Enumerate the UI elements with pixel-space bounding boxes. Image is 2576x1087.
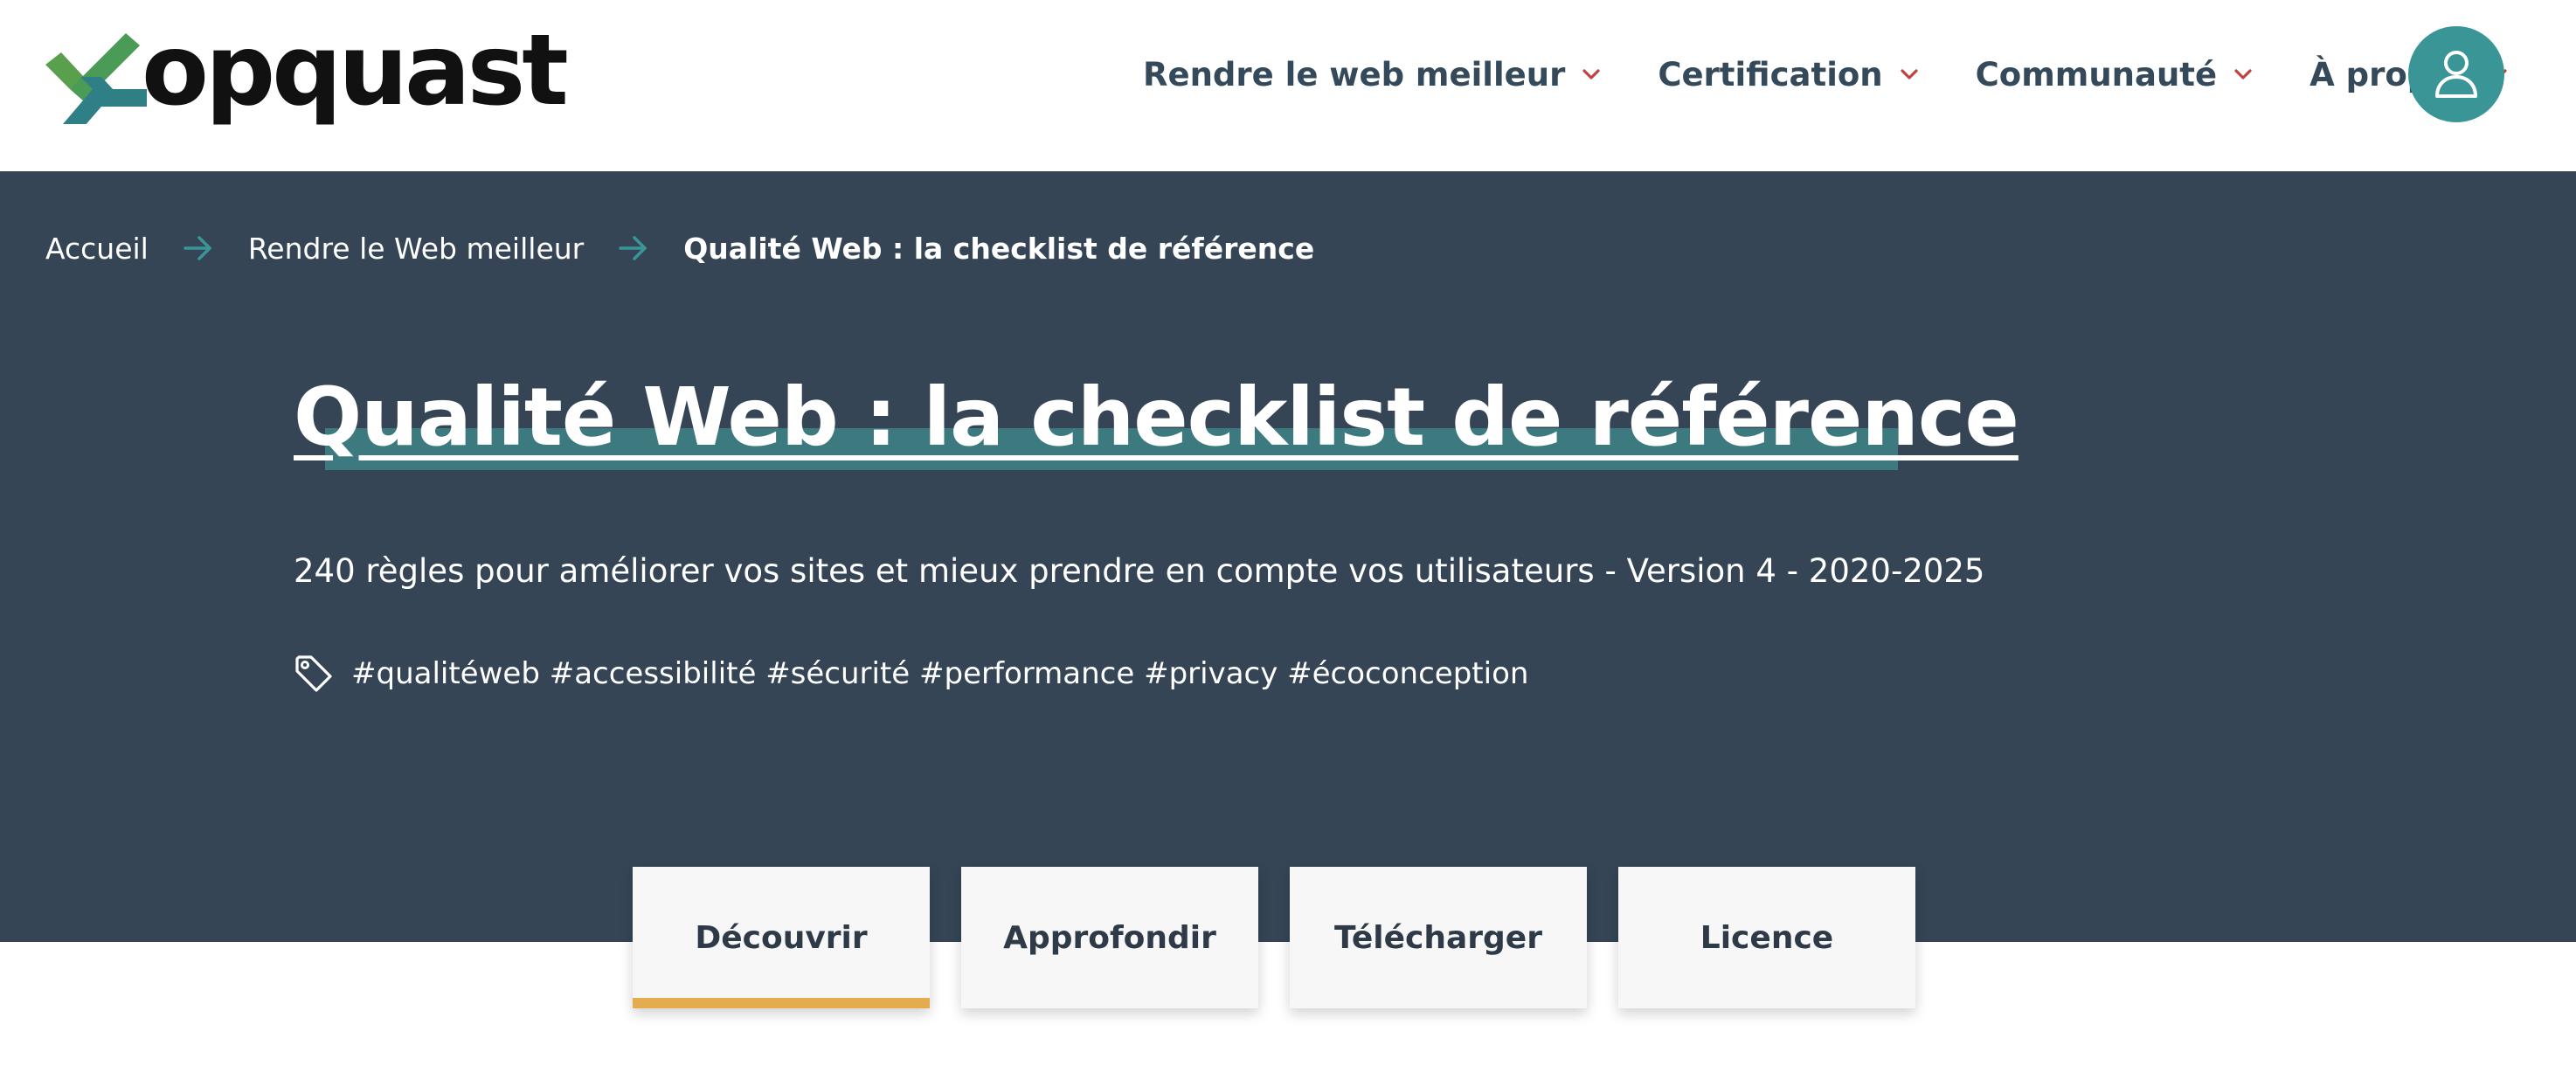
page-title[interactable]: Qualité Web : la checklist de référence [294, 367, 2019, 468]
tab-telecharger[interactable]: Télécharger [1290, 867, 1587, 1008]
tab-decouvrir[interactable]: Découvrir [633, 867, 930, 1008]
tab-licence[interactable]: Licence [1618, 867, 1915, 1008]
tags-text: #qualitéweb #accessibilité #sécurité #pe… [351, 656, 1529, 691]
user-account-button[interactable] [2408, 26, 2504, 122]
page-title-wrap: Qualité Web : la checklist de référence [294, 367, 2019, 470]
user-icon [2435, 51, 2477, 98]
arrow-right-icon [184, 236, 211, 260]
opquast-logo-icon [45, 33, 147, 124]
tag-icon [295, 655, 332, 692]
nav-item-label: Rendre le web meilleur [1143, 55, 1566, 93]
main-nav: Rendre le web meilleur Certification Com… [1143, 45, 2509, 103]
content-tabs: Découvrir Approfondir Télécharger Licenc… [633, 867, 1915, 1008]
chevron-down-icon [2234, 69, 2252, 80]
opquast-logo[interactable]: opquast [45, 22, 569, 131]
arrow-right-icon [619, 236, 647, 260]
nav-item-communaute[interactable]: Communauté [1976, 56, 2254, 93]
nav-item-label: Communauté [1975, 55, 2218, 93]
breadcrumb: Accueil Rendre le Web meilleur Qualité W… [45, 229, 1314, 267]
nav-item-label: Certification [1658, 55, 1883, 93]
tags-row: #qualitéweb #accessibilité #sécurité #pe… [294, 654, 1528, 694]
chevron-down-icon [1901, 69, 1918, 80]
breadcrumb-item-rendre-le-web-meilleur[interactable]: Rendre le Web meilleur [248, 232, 584, 266]
brand-name: opquast [142, 14, 569, 128]
page-subtitle: 240 règles pour améliorer vos sites et m… [294, 552, 1985, 590]
chevron-down-icon [1582, 69, 1600, 80]
tab-approfondir[interactable]: Approfondir [961, 867, 1258, 1008]
breadcrumb-item-accueil[interactable]: Accueil [45, 232, 149, 266]
nav-item-rendre-le-web-meilleur[interactable]: Rendre le web meilleur [1143, 56, 1602, 93]
site-header: opquast Rendre le web meilleur Certifica… [0, 0, 2576, 171]
nav-item-certification[interactable]: Certification [1658, 56, 1919, 93]
breadcrumb-item-current: Qualité Web : la checklist de référence [683, 231, 1315, 266]
